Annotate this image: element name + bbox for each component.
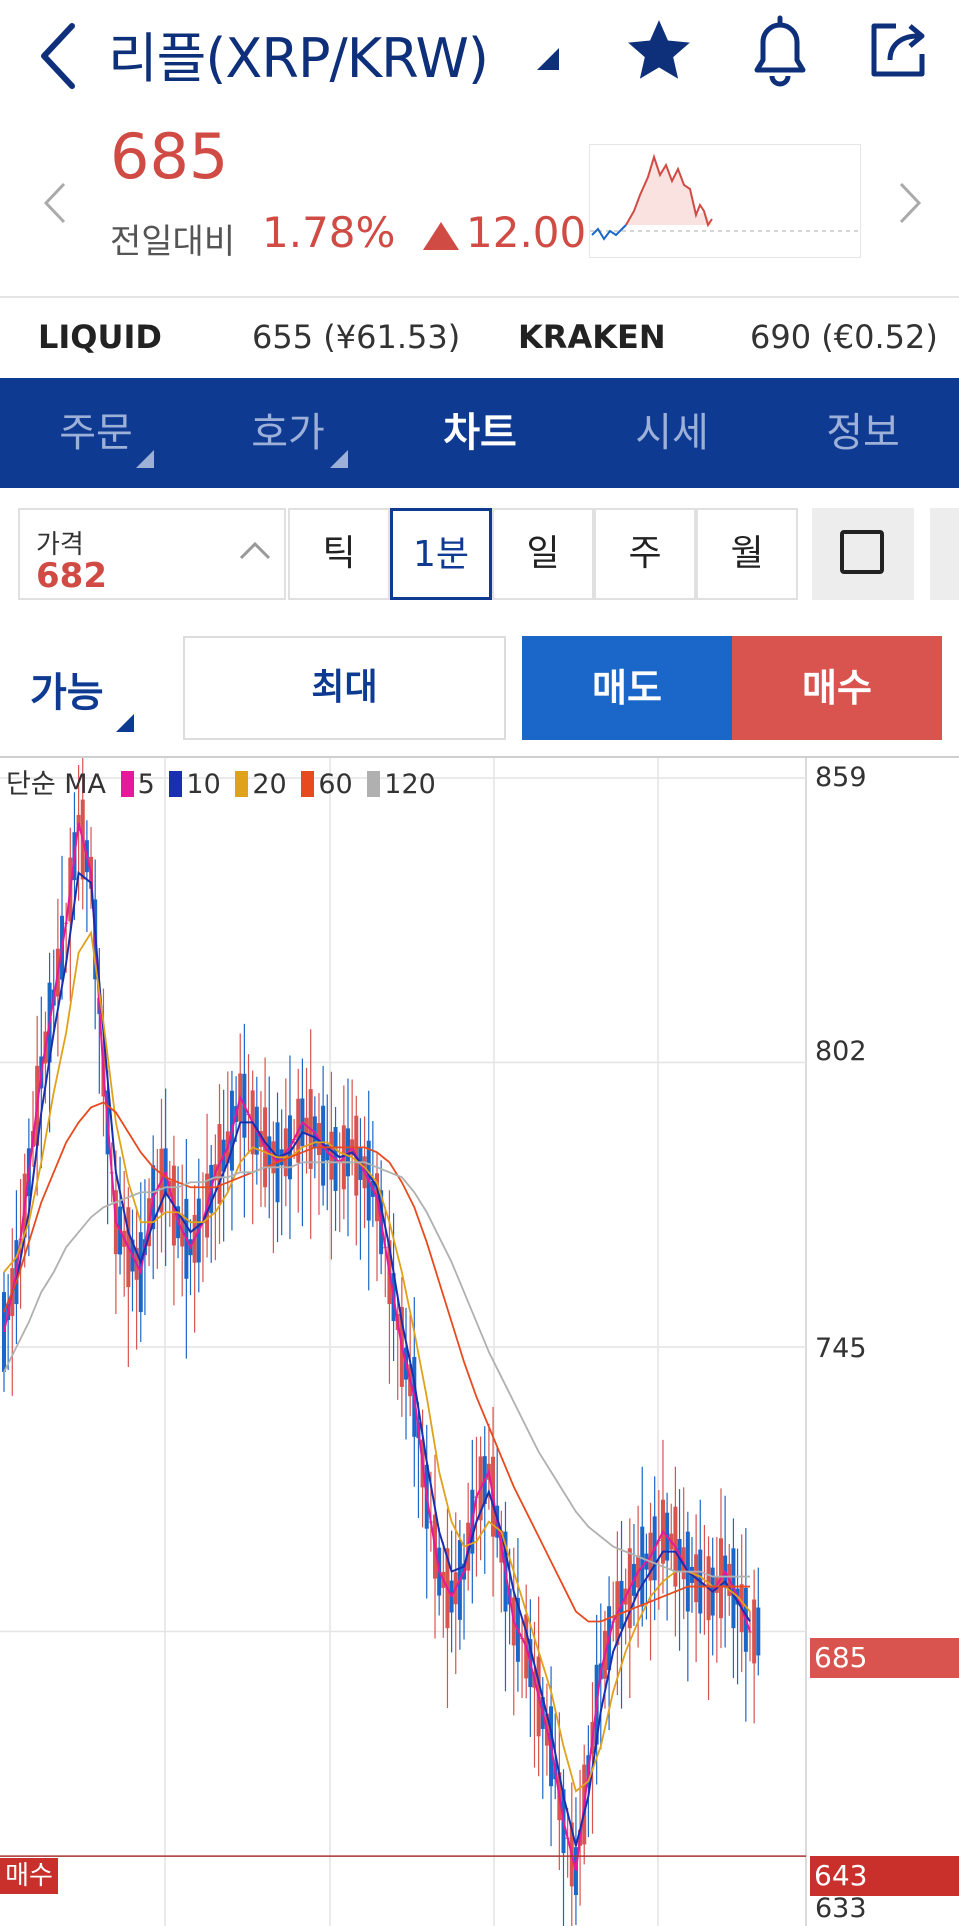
y-axis-label: 802 xyxy=(815,1036,867,1067)
header: 리플(XRP/KRW) xyxy=(0,0,959,100)
price-selector-value: 682 xyxy=(36,556,107,596)
timeframe-month[interactable]: 월 xyxy=(696,508,798,600)
change-amount: 12.00 xyxy=(466,208,587,257)
prev-coin-arrow-icon[interactable] xyxy=(40,180,70,226)
current-price-tag: 685 xyxy=(810,1638,959,1678)
square-icon xyxy=(840,530,884,574)
tab-label: 차트 xyxy=(443,410,517,456)
tab-bar: 주문 호가 차트 시세 정보 xyxy=(0,378,959,488)
candle-body xyxy=(748,1631,752,1633)
star-icon[interactable] xyxy=(622,14,696,88)
ma20-swatch xyxy=(235,771,249,797)
dropdown-triangle-icon xyxy=(116,714,134,732)
candlestick-series xyxy=(2,758,761,1926)
chart-legend: 단순 MA 5 10 20 60 120 xyxy=(6,762,436,801)
tab-chart[interactable]: 차트 xyxy=(384,378,576,488)
page-title[interactable]: 리플(XRP/KRW) xyxy=(108,14,489,93)
exchange-name-kraken: KRAKEN xyxy=(518,318,666,356)
y-axis-label: 745 xyxy=(815,1333,867,1364)
ma20-label: 20 xyxy=(252,769,287,800)
candle-body xyxy=(756,1607,761,1656)
share-icon[interactable] xyxy=(866,16,932,82)
mini-sparkline-chart[interactable] xyxy=(589,144,861,258)
exchange-value-liquid: 655 (¥61.53) xyxy=(252,318,461,356)
available-selector[interactable]: 가능 xyxy=(30,660,104,718)
ma120-label: 120 xyxy=(384,769,436,800)
y-axis-label: 859 xyxy=(815,762,867,793)
y-axis-min-label: 633 xyxy=(815,1893,867,1924)
ma-line-20 xyxy=(3,930,751,1793)
bell-icon[interactable] xyxy=(745,14,815,90)
chevron-left-icon[interactable] xyxy=(30,10,90,90)
tab-label: 주문 xyxy=(59,410,133,456)
change-label: 전일대비 xyxy=(110,222,236,262)
price-selector[interactable]: 가격 682 xyxy=(18,508,286,600)
up-triangle-icon xyxy=(423,222,459,250)
ma-line-10 xyxy=(3,870,751,1847)
chevron-up-icon xyxy=(238,538,272,562)
tab-quotes[interactable]: 시세 xyxy=(576,378,768,488)
max-button[interactable]: 최대 xyxy=(183,636,506,740)
change-percent: 1.78% xyxy=(262,208,396,257)
legend-prefix: 단순 MA xyxy=(6,769,107,800)
tab-orderbook[interactable]: 호가 xyxy=(192,378,384,488)
ma10-swatch xyxy=(169,771,183,797)
current-price: 685 xyxy=(110,120,229,193)
timeframe-tick[interactable]: 틱 xyxy=(288,508,390,600)
more-options-button[interactable] xyxy=(930,508,959,600)
ma60-swatch xyxy=(301,771,315,797)
ma5-swatch xyxy=(120,771,134,797)
ma120-swatch xyxy=(367,771,381,797)
tab-label: 시세 xyxy=(635,410,709,456)
tab-label: 정보 xyxy=(826,410,900,456)
tab-info[interactable]: 정보 xyxy=(767,378,959,488)
tab-order[interactable]: 주문 xyxy=(0,378,192,488)
exchange-name-liquid: LIQUID xyxy=(38,318,162,356)
sell-button[interactable]: 매도 xyxy=(522,636,732,740)
timeframe-week[interactable]: 주 xyxy=(594,508,696,600)
caret-down-icon[interactable] xyxy=(537,48,559,70)
exchange-value-kraken: 690 (€0.52) xyxy=(750,318,938,356)
exchange-price-row: LIQUID 655 (¥61.53) KRAKEN 690 (€0.52) xyxy=(0,298,959,378)
timeframe-1min[interactable]: 1분 xyxy=(390,508,492,600)
tab-label: 호가 xyxy=(251,410,325,456)
buy-price-tag: 643 xyxy=(810,1856,959,1896)
ma60-label: 60 xyxy=(318,769,353,800)
buy-line-label: 매수 xyxy=(0,1858,58,1894)
candle-body xyxy=(752,1599,757,1664)
timeframe-day[interactable]: 일 xyxy=(492,508,594,600)
next-coin-arrow-icon[interactable] xyxy=(895,180,925,226)
dropdown-triangle-icon xyxy=(330,450,348,468)
ma10-label: 10 xyxy=(186,769,221,800)
ma5-label: 5 xyxy=(137,769,155,800)
fullscreen-button[interactable] xyxy=(812,508,914,600)
buy-button[interactable]: 매수 xyxy=(732,636,942,740)
dropdown-triangle-icon xyxy=(136,450,154,468)
